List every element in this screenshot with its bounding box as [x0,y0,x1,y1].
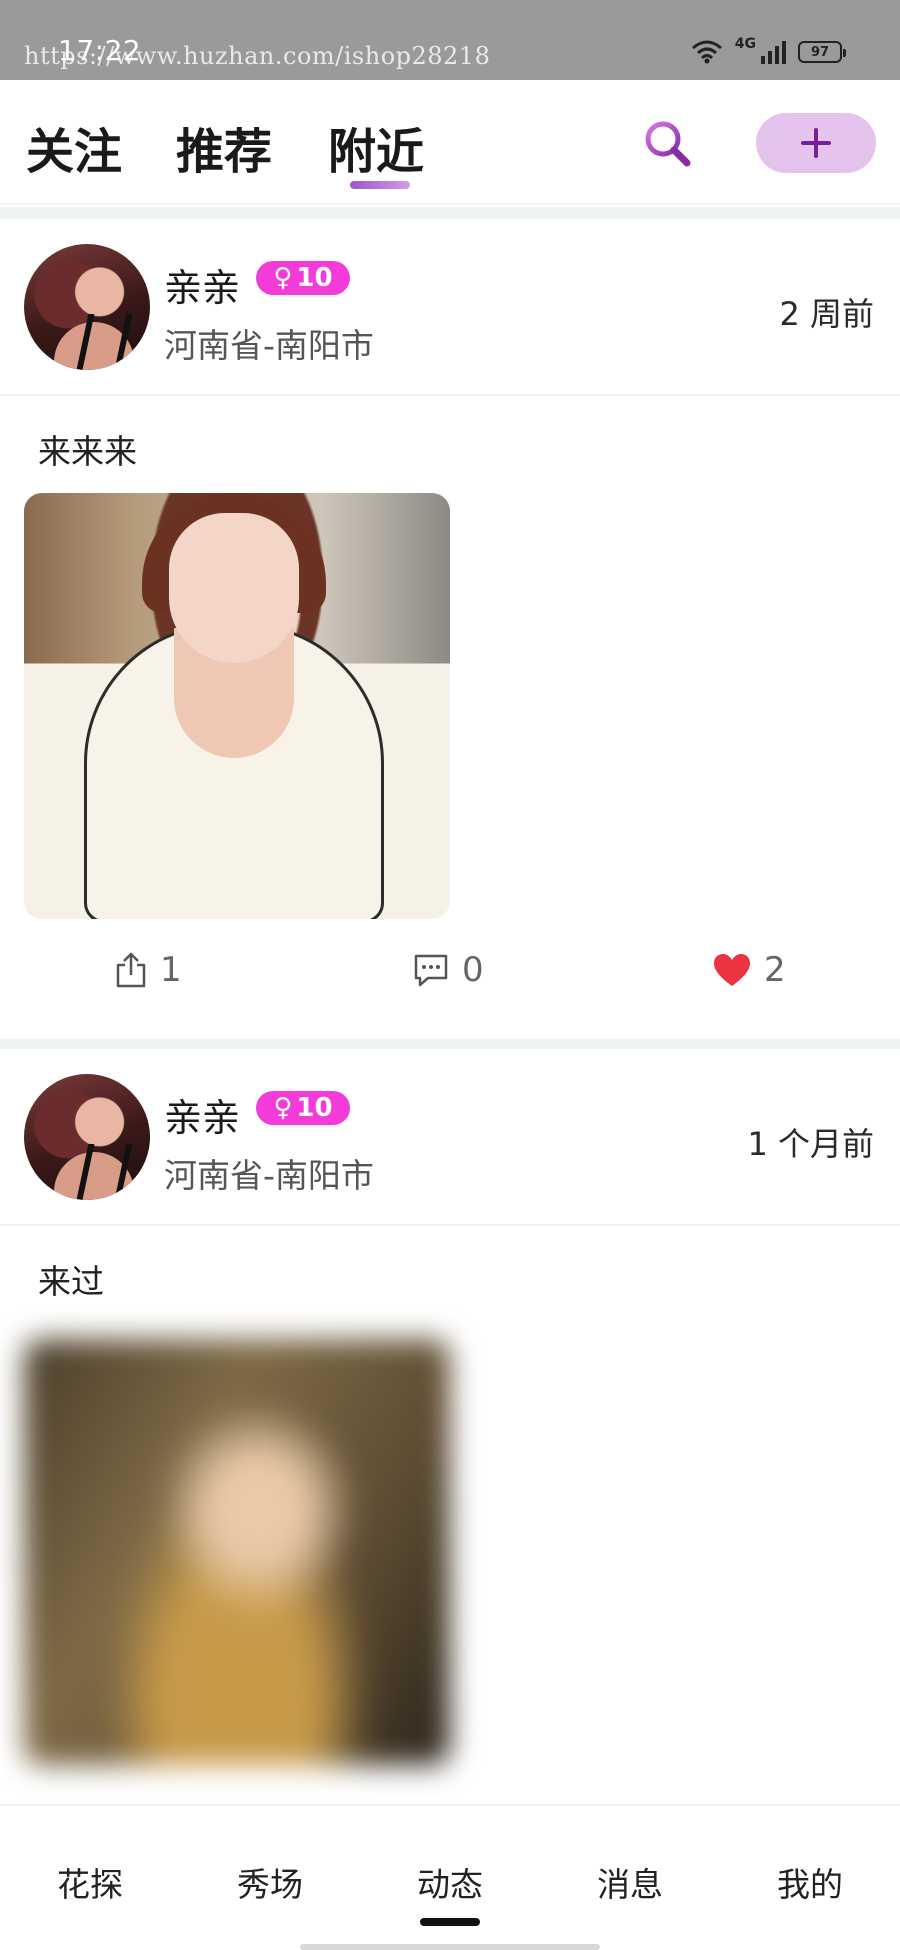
badge-level: 10 [296,1093,333,1123]
wifi-icon [691,40,722,64]
battery-icon: 97 [798,41,846,63]
divider [0,1224,900,1226]
username[interactable]: 亲亲 [164,1087,240,1142]
system-icons: 4G 97 [691,36,846,64]
nav-item-messages[interactable]: 消息 [570,1858,690,1906]
heart-icon [714,954,750,986]
tab-recommend[interactable]: 推荐 [176,112,272,182]
post-actions: 1 0 2 [0,950,900,1010]
nav-item-profile[interactable]: 我的 [750,1858,870,1906]
comment-count: 0 [462,950,484,990]
avatar[interactable] [24,1074,150,1200]
nav-active-indicator [420,1918,480,1926]
female-icon: ♀ [273,263,293,293]
gender-level-badge: ♀ 10 [256,1091,350,1125]
network-type: 4G [734,36,756,52]
avatar[interactable] [24,244,150,370]
top-nav: 关注 推荐 附近 [0,80,900,205]
search-icon [645,121,691,167]
home-indicator[interactable] [300,1944,600,1950]
signal-icon [761,41,786,64]
post-image[interactable] [24,493,450,919]
female-icon: ♀ [273,1093,293,1123]
share-icon [116,952,146,988]
comment-button[interactable]: 0 [412,950,484,990]
section-gap [0,1039,900,1049]
post-card[interactable]: 亲亲 ♀ 10 河南省-南阳市 1 个月前 来过 [0,1049,900,1804]
add-post-button[interactable] [756,113,876,173]
nav-item-huatan[interactable]: 花探 [30,1858,150,1906]
bottom-nav: 花探 秀场 动态 消息 我的 [0,1804,900,1950]
post-card[interactable]: 亲亲 ♀ 10 河南省-南阳市 2 周前 来来来 1 0 2 [0,219,900,1039]
tab-active-indicator [350,181,410,189]
battery-level: 97 [810,44,830,60]
post-text: 来来来 [38,432,137,471]
post-time: 2 周前 [779,295,874,333]
tab-nearby[interactable]: 附近 [328,112,424,182]
search-button[interactable] [640,116,696,172]
post-time: 1 个月前 [747,1125,874,1163]
share-button[interactable]: 1 [114,950,182,990]
watermark-text: https://www.huzhan.com/ishop28218 [24,42,491,70]
divider [0,394,900,396]
share-count: 1 [160,950,182,990]
nav-item-moments[interactable]: 动态 [390,1858,510,1906]
location-text: 河南省-南阳市 [164,326,374,365]
plus-icon [801,128,831,158]
post-text: 来过 [38,1262,104,1301]
status-bar: 17:22 https://www.huzhan.com/ishop28218 … [0,0,900,80]
like-button[interactable]: 2 [712,950,786,990]
nav-item-showroom[interactable]: 秀场 [210,1858,330,1906]
post-image-blurred[interactable] [24,1339,450,1765]
like-count: 2 [764,950,786,990]
comment-icon [414,954,448,987]
location-text: 河南省-南阳市 [164,1156,374,1195]
badge-level: 10 [296,263,333,293]
gender-level-badge: ♀ 10 [256,261,350,295]
username[interactable]: 亲亲 [164,257,240,312]
tab-follow[interactable]: 关注 [26,112,122,182]
section-gap [0,207,900,219]
